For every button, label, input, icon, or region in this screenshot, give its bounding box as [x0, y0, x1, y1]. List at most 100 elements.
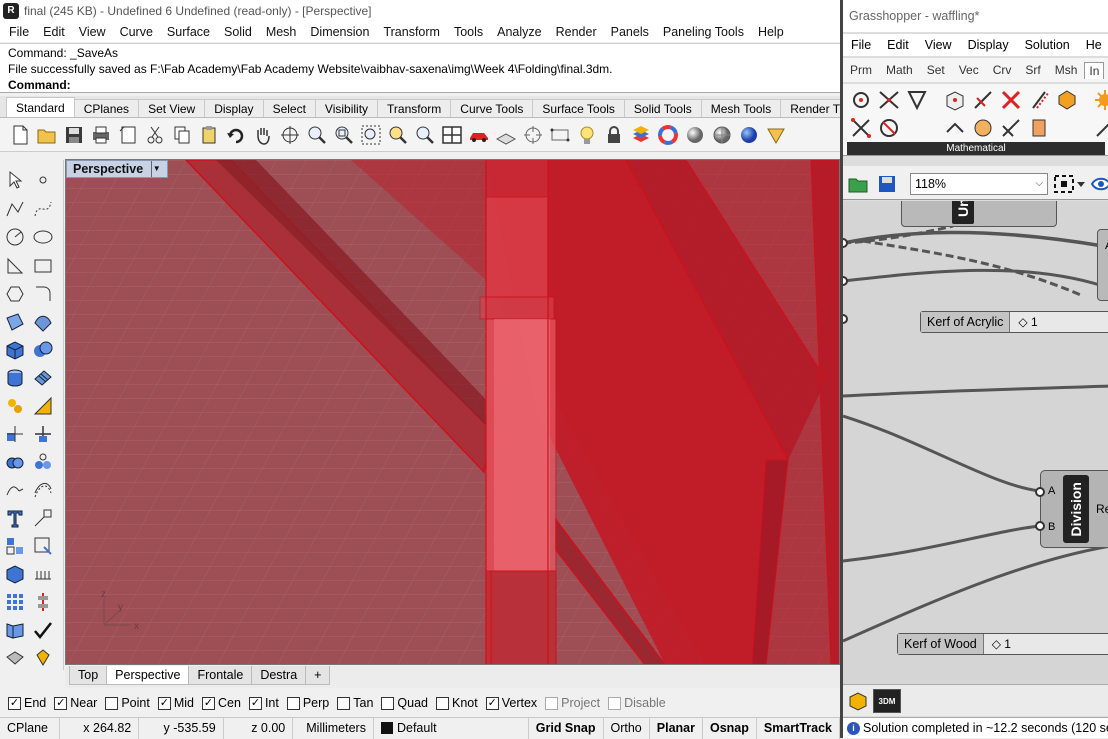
array-icon[interactable]	[30, 534, 56, 558]
viewport-tab-perspective[interactable]: Perspective	[106, 666, 190, 685]
tab-set-view[interactable]: Set View	[138, 99, 206, 117]
transform-move-icon[interactable]	[2, 394, 28, 418]
toggle-planar[interactable]: Planar	[650, 717, 703, 739]
layer-palette-icon[interactable]	[629, 123, 653, 147]
units-display[interactable]: Millimeters	[293, 717, 374, 739]
undo-icon[interactable]	[224, 123, 248, 147]
select-points-icon[interactable]	[548, 123, 572, 147]
shear-component-icon[interactable]	[1027, 88, 1051, 112]
osnap-checkbox[interactable]: ✓	[202, 696, 215, 710]
tab-cplanes[interactable]: CPlanes	[73, 99, 140, 117]
tab-solid-tools[interactable]: Solid Tools	[623, 99, 702, 117]
osnap-project[interactable]: Project	[545, 696, 600, 710]
car-render-icon[interactable]	[467, 123, 491, 147]
hexagon-component-icon[interactable]	[1055, 88, 1079, 112]
add-viewport-tab-icon[interactable]: +	[305, 666, 331, 685]
menu-help[interactable]: Help	[751, 25, 791, 39]
rotate-view-icon[interactable]	[278, 123, 302, 147]
preview-eye-icon[interactable]	[1091, 174, 1108, 194]
osnap-perp[interactable]: Perp	[286, 696, 329, 710]
plane-orient-icon[interactable]	[943, 116, 967, 140]
division-output-label[interactable]: Re	[1096, 502, 1108, 516]
division-input-a-grip[interactable]	[1035, 487, 1045, 497]
scale-icon[interactable]	[30, 394, 56, 418]
gh-tab-math[interactable]: Math	[879, 63, 920, 77]
zoom-level-select[interactable]: 118% ⌵	[910, 173, 1048, 195]
osnap-tan[interactable]: Tan	[337, 696, 373, 710]
gh-menu-view[interactable]: View	[917, 38, 960, 52]
viewport-title[interactable]: Perspective ▼	[66, 160, 169, 178]
menu-file[interactable]: File	[2, 25, 36, 39]
move-component-icon[interactable]	[999, 116, 1023, 140]
osnap-checkbox[interactable]: ✓	[248, 696, 262, 710]
osnap-checkbox[interactable]: ✓	[485, 696, 499, 710]
polygon-icon[interactable]	[2, 282, 28, 306]
gh-menu-edit[interactable]: Edit	[879, 38, 917, 52]
gh-tab-in[interactable]: In	[1084, 61, 1105, 79]
cplane-icon[interactable]	[494, 123, 518, 147]
osnap-checkbox[interactable]	[608, 696, 622, 710]
menu-solid[interactable]: Solid	[217, 25, 259, 39]
viewport-scene[interactable]: x z y	[66, 160, 840, 665]
osnap-checkbox[interactable]	[105, 696, 119, 710]
surface-from-points-icon[interactable]	[2, 310, 28, 334]
tab-surface-tools[interactable]: Surface Tools	[532, 99, 625, 117]
rendered-sphere-icon[interactable]	[710, 123, 734, 147]
tab-standard[interactable]: Standard	[6, 97, 75, 117]
cut-icon[interactable]	[143, 123, 167, 147]
menu-edit[interactable]: Edit	[36, 25, 72, 39]
solid-edit-icon[interactable]	[2, 562, 28, 586]
osnap-checkbox[interactable]: ✓	[8, 696, 21, 710]
menu-curve[interactable]: Curve	[113, 25, 160, 39]
osnap-int[interactable]: ✓ Int	[248, 696, 279, 710]
color-wheel-icon[interactable]	[656, 123, 680, 147]
gh-division-component[interactable]: A B Division Re	[1040, 470, 1108, 548]
point-icon[interactable]	[30, 168, 56, 192]
join-curve-icon[interactable]	[2, 478, 28, 502]
menu-render[interactable]: Render	[549, 25, 604, 39]
sphere-solid-icon[interactable]	[30, 338, 56, 362]
select-arrow-icon[interactable]	[2, 168, 28, 192]
grid-array-icon[interactable]	[2, 590, 28, 614]
division-input-b[interactable]: B	[1048, 521, 1055, 533]
menu-surface[interactable]: Surface	[160, 25, 217, 39]
bar-component-icon[interactable]	[1027, 116, 1051, 140]
save-icon[interactable]	[62, 123, 86, 147]
menu-analyze[interactable]: Analyze	[490, 25, 548, 39]
polygon-component-icon[interactable]	[877, 88, 901, 112]
slider-kerf-of-acrylic[interactable]: Kerf of Acrylic ◇ 1	[920, 311, 1108, 333]
boolean-union-icon[interactable]	[2, 450, 28, 474]
division-input-b-grip[interactable]	[1035, 521, 1045, 531]
polyline-icon[interactable]	[2, 197, 28, 221]
menu-transform[interactable]: Transform	[376, 25, 447, 39]
osnap-checkbox[interactable]	[286, 696, 300, 710]
gh-canvas[interactable]: Un A Kerf of Acrylic ◇ 1 Kerf of Wood ◇ …	[843, 201, 1108, 684]
tab-mesh-tools[interactable]: Mesh Tools	[700, 99, 782, 117]
hatch-icon[interactable]	[30, 562, 56, 586]
osnap-end[interactable]: ✓ End	[8, 696, 46, 710]
unroll-surface-icon[interactable]	[2, 618, 28, 642]
mesh-tools-icon[interactable]	[2, 646, 28, 670]
slider-value[interactable]: ◇ 1	[1010, 312, 1108, 332]
boolean-split-icon[interactable]	[2, 422, 28, 446]
graph-component-icon[interactable]	[877, 116, 901, 140]
group-icon[interactable]	[2, 534, 28, 558]
lock-icon[interactable]	[602, 123, 626, 147]
dimension-icon[interactable]	[30, 506, 56, 530]
edge-component-icon[interactable]	[1093, 116, 1108, 140]
osnap-checkbox[interactable]: ✓	[54, 696, 68, 710]
cross-component-icon[interactable]	[999, 88, 1023, 112]
gh-menu-help[interactable]: He	[1078, 38, 1108, 52]
osnap-checkbox[interactable]: ✓	[157, 696, 171, 710]
viewport-tab-frontale[interactable]: Frontale	[188, 666, 253, 685]
toggle-grid-snap[interactable]: Grid Snap	[529, 717, 604, 739]
osnap-checkbox[interactable]	[381, 696, 395, 710]
cylinder-solid-icon[interactable]	[2, 366, 28, 390]
osnap-knot[interactable]: Knot	[436, 696, 478, 710]
pan-hand-icon[interactable]	[251, 123, 275, 147]
curve-domain-icon[interactable]	[971, 88, 995, 112]
four-viewports-icon[interactable]	[440, 123, 464, 147]
text-tool-icon[interactable]	[2, 506, 28, 530]
arc-icon[interactable]	[2, 254, 28, 278]
scale-component-icon[interactable]	[971, 116, 995, 140]
